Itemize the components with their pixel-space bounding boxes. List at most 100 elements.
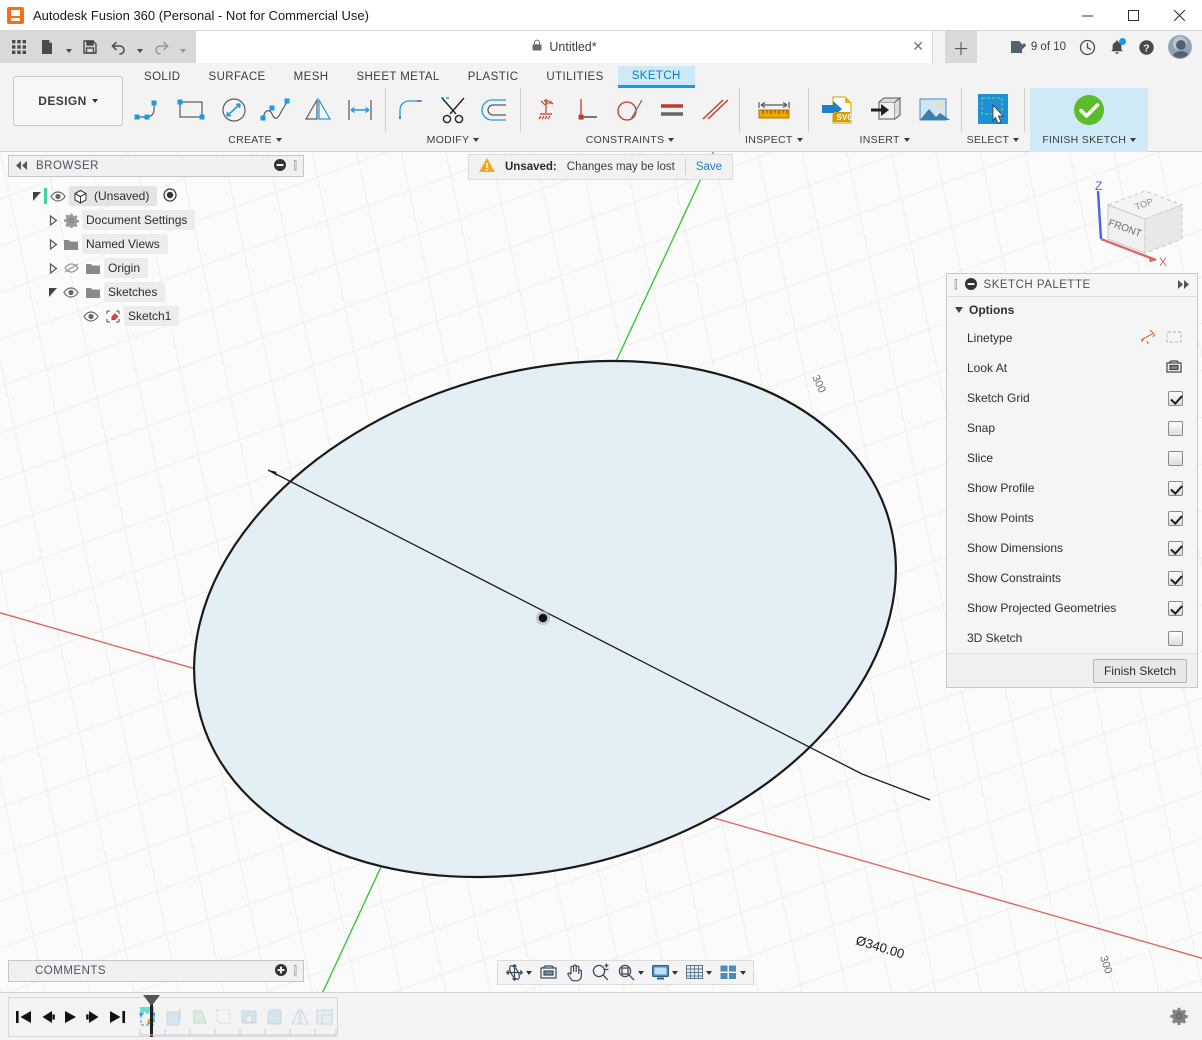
save-link[interactable]: Save [696,161,722,173]
palette-row-sketch-grid[interactable]: Sketch Grid [947,383,1197,413]
minimize-panel-icon[interactable] [274,159,286,174]
redo-icon[interactable] [148,34,174,60]
slice-checkbox[interactable] [1168,451,1183,466]
measure-tool-icon[interactable] [751,89,797,131]
plus-circle-icon[interactable] [275,964,287,979]
app-grid-icon[interactable] [6,34,32,60]
node-chip-unsaved[interactable]: (Unsaved) [69,186,157,206]
node-chip-named-views[interactable]: Named Views [82,234,168,254]
linetype-normal-icon[interactable] [1139,329,1157,348]
node-chip-sketches[interactable]: Sketches [104,282,165,302]
offset-tool-icon[interactable] [475,89,515,131]
display-settings-tool[interactable] [648,961,681,984]
trial-status[interactable]: 9 of 10 [1009,39,1066,55]
palette-row-show-points[interactable]: Show Points [947,503,1197,533]
tab-surface[interactable]: SURFACE [195,66,280,88]
circle-tool-icon[interactable] [214,89,254,131]
play-button[interactable] [60,1004,81,1030]
view-cube[interactable]: TOP FRONT Z X [1060,177,1190,277]
close-button[interactable] [1156,0,1202,31]
undo-dropdown[interactable] [133,34,146,60]
step-back-button[interactable] [36,1004,57,1030]
go-to-end-button[interactable] [107,1004,128,1030]
panel-title-insert[interactable]: INSERT [860,132,910,148]
tab-solid[interactable]: SOLID [130,66,195,88]
new-tab-button[interactable]: ＋ [945,31,977,63]
undo-icon[interactable] [105,34,131,60]
node-chip-sketch1[interactable]: Sketch1 [124,306,179,326]
save-icon[interactable] [77,34,103,60]
redo-dropdown[interactable] [176,34,189,60]
grid-snaps-tool[interactable] [682,961,715,984]
avatar[interactable] [1168,35,1192,59]
show-profile-checkbox[interactable] [1168,481,1183,496]
tree-item-sketches[interactable]: Sketches [8,280,304,304]
new-document-icon[interactable] [34,34,60,60]
comments-panel[interactable]: COMMENTS ⫿ [8,960,304,982]
timeline-settings-gear-icon[interactable] [1170,1007,1188,1028]
tree-item-origin[interactable]: Origin [8,256,304,280]
workspace-selector[interactable]: DESIGN [13,76,123,126]
panel-title-inspect[interactable]: INSPECT [745,132,803,148]
orbit-tool[interactable] [502,961,535,984]
trim-tool-icon[interactable] [433,89,473,131]
tree-item-document-settings[interactable]: Document Settings [8,208,304,232]
sketch-canvas[interactable]: 300 300 Ø340.00 TOP FRONT Z X [0,152,1202,1040]
panel-title-create[interactable]: CREATE [228,132,282,148]
activate-component-icon[interactable] [163,188,177,205]
tree-item-unsaved[interactable]: (Unsaved) [8,184,304,208]
tangent-constraint-icon[interactable] [610,89,650,131]
show-points-checkbox[interactable] [1168,511,1183,526]
insert-image-icon[interactable] [910,89,956,131]
spline-tool-icon[interactable] [256,89,296,131]
palette-row-slice[interactable]: Slice [947,443,1197,473]
palette-row-linetype[interactable]: Linetype [947,323,1197,353]
expand-arrow-icon[interactable] [46,215,60,226]
tree-item-named-views[interactable]: Named Views [8,232,304,256]
clock-icon[interactable] [1079,39,1096,56]
collapse-left-icon[interactable] [15,159,29,173]
insert-derive-icon[interactable] [862,89,908,131]
coincident-constraint-icon[interactable] [568,89,608,131]
visibility-eye-icon[interactable] [60,287,82,298]
fix-constraint-icon[interactable] [526,89,566,131]
palette-row-show-dimensions[interactable]: Show Dimensions [947,533,1197,563]
panel-resize-handle[interactable]: ⫿ [954,279,958,292]
show-constraints-checkbox[interactable] [1168,571,1183,586]
show-dimensions-checkbox[interactable] [1168,541,1183,556]
tree-item-sketch1[interactable]: Sketch1 [8,304,304,328]
dimension-tool-icon[interactable] [340,89,380,131]
help-icon[interactable]: ? [1138,39,1155,56]
parallel-constraint-icon[interactable] [652,89,692,131]
pan-tool[interactable] [562,961,587,984]
panel-title-finish-sketch[interactable]: FINISH SKETCH [1042,132,1136,148]
select-tool-icon[interactable] [970,89,1016,131]
expand-right-icon[interactable] [1176,278,1190,292]
new-document-dropdown[interactable] [62,34,75,60]
look-at-icon[interactable] [1165,359,1183,378]
visibility-eye-icon[interactable] [47,191,69,202]
go-to-beginning-button[interactable] [13,1004,34,1030]
panel-title-constraints[interactable]: CONSTRAINTS [586,132,675,148]
insert-svg-icon[interactable]: SVG [814,89,860,131]
palette-row-show-profile[interactable]: Show Profile [947,473,1197,503]
line-tool-icon[interactable] [130,89,170,131]
step-forward-button[interactable] [83,1004,104,1030]
tab-sketch[interactable]: SKETCH [618,66,695,88]
fillet-tool-icon[interactable] [391,89,431,131]
panel-resize-handle[interactable]: ⫿ [293,965,297,978]
collapse-arrow-icon[interactable] [46,287,60,298]
viewports-tool[interactable] [716,961,749,984]
panel-resize-handle[interactable]: ⫿ [293,160,297,173]
show-projected-geometries-checkbox[interactable] [1168,601,1183,616]
options-section-header[interactable]: Options [947,297,1197,323]
palette-row-look-at[interactable]: Look At [947,353,1197,383]
tab-utilities[interactable]: UTILITIES [532,66,617,88]
node-chip-origin[interactable]: Origin [104,258,148,278]
minus-circle-icon[interactable] [965,278,977,293]
snap-checkbox[interactable] [1168,421,1183,436]
visibility-eye-icon[interactable] [80,311,102,322]
maximize-button[interactable] [1110,0,1156,31]
look-at-tool[interactable] [536,961,561,984]
zoom-tool[interactable] [588,961,613,984]
